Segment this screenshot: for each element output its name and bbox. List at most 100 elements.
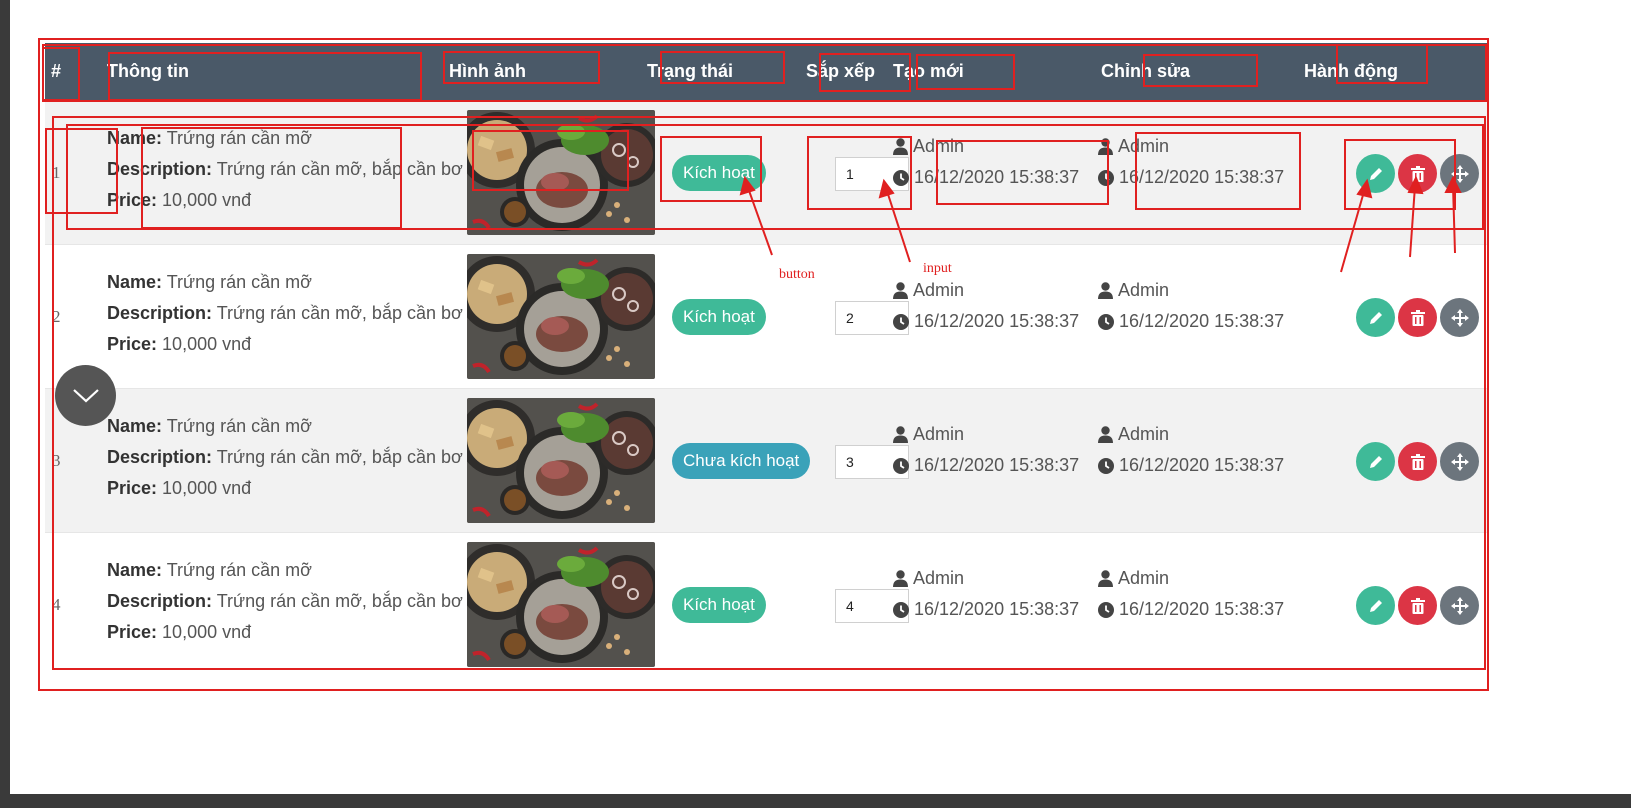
item-price: 10,000 vnđ (162, 334, 252, 354)
trash-icon (1410, 597, 1425, 614)
row-index: 4 (52, 595, 61, 614)
created-by: Admin (913, 568, 965, 588)
move-button[interactable] (1440, 586, 1479, 625)
item-description: Trứng rán cần mỡ, bắp cần bơ (216, 591, 463, 611)
created-at: 16/12/2020 15:38:37 (914, 455, 1080, 475)
description-label: Description: (107, 159, 213, 179)
name-label: Name: (107, 128, 163, 148)
clock-icon (893, 313, 909, 330)
move-icon (1450, 164, 1469, 183)
created-by: Admin (913, 424, 965, 444)
created-info: Admin 16/12/2020 15:38:37 (893, 563, 1079, 625)
price-label: Price: (107, 478, 158, 498)
items-table: # Thông tin Hình ảnh Trạng thái Sắp xếp … (45, 43, 1487, 676)
scroll-down-button[interactable] (55, 365, 116, 426)
delete-button[interactable] (1398, 154, 1437, 193)
food-image (467, 254, 655, 379)
item-name: Trứng rán cần mỡ (166, 560, 312, 580)
pencil-icon (1369, 599, 1382, 612)
trash-icon (1410, 309, 1425, 326)
edit-button[interactable] (1356, 298, 1395, 337)
modified-by: Admin (1118, 424, 1170, 444)
item-price: 10,000 vnđ (162, 478, 252, 498)
edit-button[interactable] (1356, 442, 1395, 481)
item-name: Trứng rán cần mỡ (166, 272, 312, 292)
status-toggle-button[interactable]: Chưa kích hoạt (672, 443, 811, 479)
modified-info: Admin 16/12/2020 15:38:37 (1098, 131, 1284, 193)
header-image: Hình ảnh (449, 61, 526, 81)
name-label: Name: (107, 560, 163, 580)
modified-info: Admin 16/12/2020 15:38:37 (1098, 563, 1284, 625)
modified-info: Admin 16/12/2020 15:38:37 (1098, 419, 1284, 481)
item-description: Trứng rán cần mỡ, bắp cần bơ (216, 303, 463, 323)
user-icon (893, 570, 908, 587)
item-description: Trứng rán cần mỡ, bắp cần bơ (216, 159, 463, 179)
modified-at: 16/12/2020 15:38:37 (1119, 599, 1285, 619)
food-image (467, 542, 655, 667)
delete-button[interactable] (1398, 442, 1437, 481)
clock-icon (1098, 313, 1114, 330)
status-toggle-button[interactable]: Kích hoạt (672, 299, 766, 335)
modified-at: 16/12/2020 15:38:37 (1119, 311, 1285, 331)
status-toggle-button[interactable]: Kích hoạt (672, 155, 766, 191)
modified-info: Admin 16/12/2020 15:38:37 (1098, 275, 1284, 337)
table-row: 1 Name: Trứng rán cần mỡ Description: Trứn… (45, 100, 1487, 244)
created-at: 16/12/2020 15:38:37 (914, 167, 1080, 187)
row-info: Name: Trứng rán cần mỡ Description: Trứng… (107, 555, 463, 648)
modified-at: 16/12/2020 15:38:37 (1119, 455, 1285, 475)
created-at: 16/12/2020 15:38:37 (914, 599, 1080, 619)
move-icon (1450, 596, 1469, 615)
header-status: Trạng thái (647, 61, 734, 81)
clock-icon (1098, 169, 1114, 186)
row-index: 1 (52, 163, 61, 182)
description-label: Description: (107, 591, 213, 611)
created-info: Admin 16/12/2020 15:38:37 (893, 275, 1079, 337)
row-info: Name: Trứng rán cần mỡ Description: Trứng… (107, 267, 463, 360)
item-description: Trứng rán cần mỡ, bắp cần bơ (216, 447, 463, 467)
header-index: # (51, 61, 62, 81)
header-modified: Chỉnh sửa (1101, 61, 1191, 81)
delete-button[interactable] (1398, 298, 1437, 337)
clock-icon (1098, 601, 1114, 618)
header-created: Tạo mới (893, 61, 964, 81)
item-price: 10,000 vnđ (162, 190, 252, 210)
item-thumbnail (467, 398, 655, 523)
pencil-icon (1369, 167, 1382, 180)
price-label: Price: (107, 622, 158, 642)
created-by: Admin (913, 280, 965, 300)
row-actions (1356, 298, 1479, 337)
description-label: Description: (107, 303, 213, 323)
clock-icon (893, 601, 909, 618)
food-image (467, 398, 655, 523)
chevron-down-icon (72, 388, 99, 402)
user-icon (893, 138, 908, 155)
status-toggle-button[interactable]: Kích hoạt (672, 587, 766, 623)
edit-button[interactable] (1356, 154, 1395, 193)
modified-at: 16/12/2020 15:38:37 (1119, 167, 1285, 187)
modified-by: Admin (1118, 136, 1170, 156)
modified-by: Admin (1118, 280, 1170, 300)
move-icon (1450, 308, 1469, 327)
header-order: Sắp xếp (806, 61, 876, 81)
user-icon (1098, 426, 1113, 443)
pencil-icon (1369, 311, 1382, 324)
move-button[interactable] (1440, 154, 1479, 193)
item-name: Trứng rán cần mỡ (166, 128, 312, 148)
move-button[interactable] (1440, 298, 1479, 337)
food-image (467, 110, 655, 235)
row-info: Name: Trứng rán cần mỡ Description: Trứng… (107, 411, 463, 504)
trash-icon (1410, 453, 1425, 470)
row-actions (1356, 586, 1479, 625)
user-icon (1098, 282, 1113, 299)
pencil-icon (1369, 455, 1382, 468)
delete-button[interactable] (1398, 586, 1437, 625)
move-button[interactable] (1440, 442, 1479, 481)
name-label: Name: (107, 272, 163, 292)
created-info: Admin 16/12/2020 15:38:37 (893, 131, 1079, 193)
user-icon (893, 282, 908, 299)
created-info: Admin 16/12/2020 15:38:37 (893, 419, 1079, 481)
created-at: 16/12/2020 15:38:37 (914, 311, 1080, 331)
edit-button[interactable] (1356, 586, 1395, 625)
clock-icon (893, 457, 909, 474)
created-by: Admin (913, 136, 965, 156)
